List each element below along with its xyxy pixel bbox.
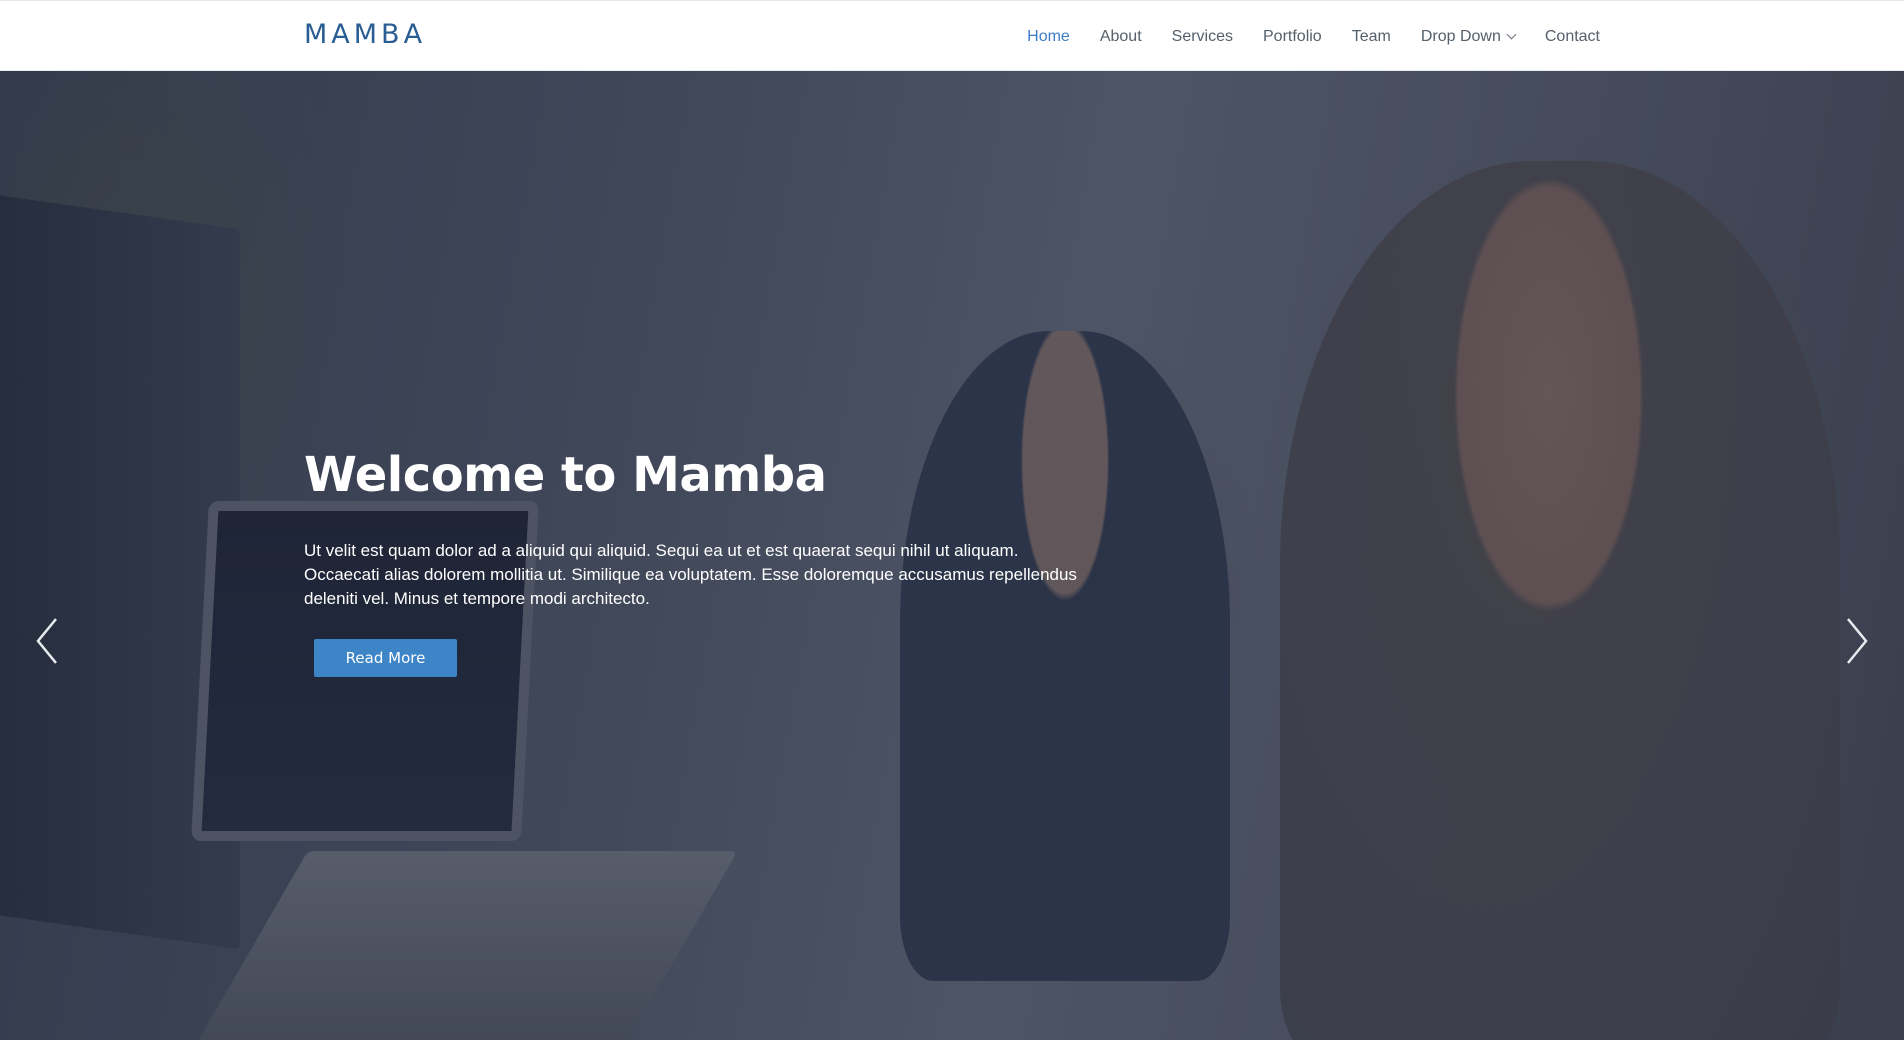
carousel-prev-button[interactable] (28, 611, 68, 671)
hero-carousel: Welcome to Mamba Ut velit est quam dolor… (0, 71, 1904, 1040)
site-header: MAMBA Home About Services Portfolio Team… (0, 0, 1904, 71)
read-more-button[interactable]: Read More (314, 639, 457, 677)
hero-title: Welcome to Mamba (304, 447, 827, 503)
nav-item-drop-down-label: Drop Down (1420, 27, 1501, 45)
nav-item-about[interactable]: About (1100, 28, 1142, 46)
hero-description-line: deleniti vel. Minus et tempore modi arch… (304, 589, 650, 608)
hero-description-line: Ut velit est quam dolor ad a aliquid qui… (304, 541, 1019, 560)
nav-item-contact[interactable]: Contact (1545, 28, 1600, 46)
nav-item-team[interactable]: Team (1352, 28, 1391, 46)
main-nav: Home About Services Portfolio Team Drop … (997, 1, 1600, 72)
nav-item-portfolio[interactable]: Portfolio (1263, 28, 1322, 46)
chevron-down-icon (1506, 29, 1517, 39)
chevron-left-icon (36, 618, 57, 664)
nav-item-home[interactable]: Home (1027, 28, 1070, 46)
chevron-right-icon (1847, 618, 1868, 664)
site-logo[interactable]: MAMBA (304, 19, 426, 50)
hero-content: Welcome to Mamba Ut velit est quam dolor… (304, 447, 1084, 677)
hero-description-line: Occaecati alias dolorem mollitia ut. Sim… (304, 565, 1077, 584)
hero-description: Ut velit est quam dolor ad a aliquid qui… (304, 539, 1084, 611)
nav-item-services[interactable]: Services (1172, 28, 1233, 46)
carousel-next-button[interactable] (1836, 611, 1876, 671)
nav-item-drop-down[interactable]: Drop Down (1420, 27, 1517, 46)
